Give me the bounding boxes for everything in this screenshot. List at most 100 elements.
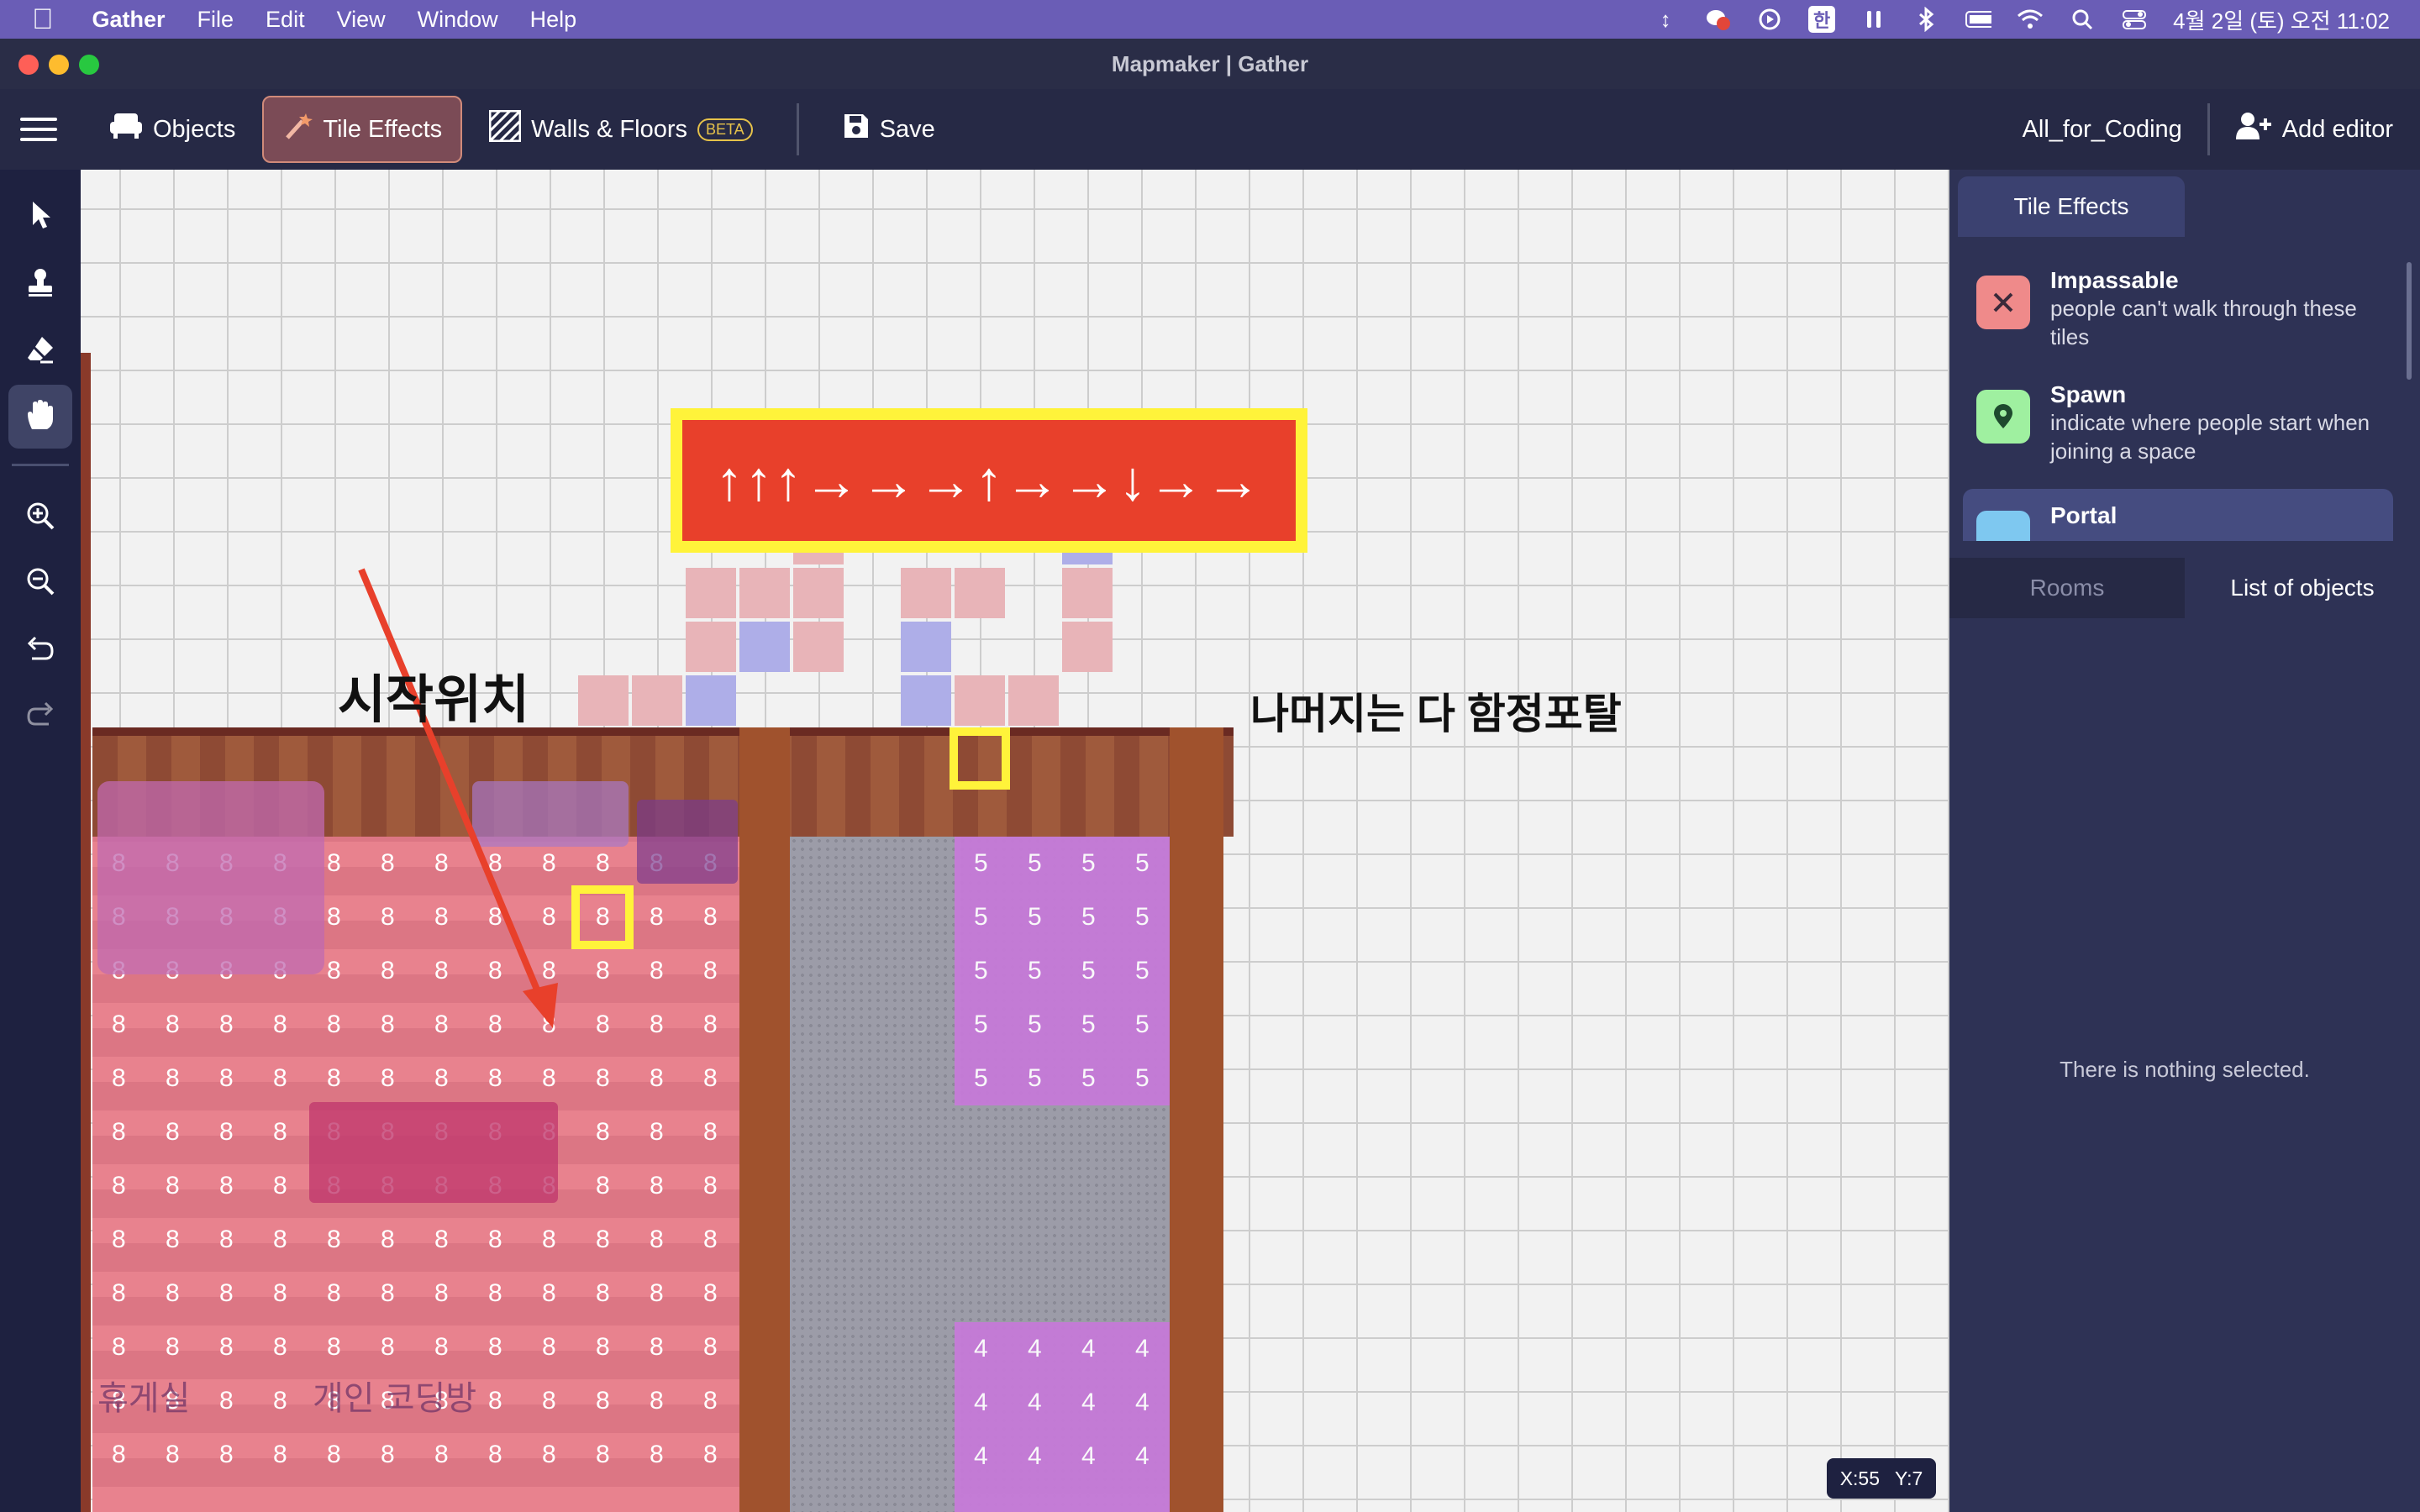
portal-number-cell: 8 [166,1172,180,1200]
menu-app-name[interactable]: Gather [92,7,166,33]
portal-number-cell: 8 [112,1279,126,1307]
select-tool[interactable] [8,185,72,249]
portal-number-cell: 4 [1135,1335,1150,1362]
portal-number-cell: 8 [542,1279,556,1307]
pan-hand-tool[interactable] [8,385,72,449]
list-of-objects-tab[interactable]: List of objects [2185,558,2420,618]
coord-x: X:55 [1839,1467,1881,1489]
undo-icon [25,635,55,666]
hatched-floor-icon [488,109,522,149]
tile-effects-label: Tile Effects [323,115,443,143]
tile-effects-button[interactable]: Tile Effects [262,96,463,163]
tile-effects-tab-label: Tile Effects [2013,193,2129,219]
menu-help[interactable]: Help [530,7,577,33]
portal-number-cell: 8 [434,1279,449,1307]
control-center-icon[interactable] [2121,6,2148,33]
zoom-out-tool[interactable] [8,551,72,615]
portal-tile [686,675,736,726]
eraser-tool[interactable] [8,319,72,383]
stamp-tool[interactable] [8,252,72,316]
portal-number-cell: 8 [273,1279,287,1307]
map-canvas[interactable]: 8 8 8 8 8 8 8 8 8 8 8 8 8 8 8 8 8 8 8 8 8 8 8 8 8 8 8 8 8 8 8 8 8 8 8 8 8 8 8 8… [81,170,1949,1512]
hamburger-menu-icon[interactable] [20,118,57,141]
portal-number-cell: 8 [381,1226,395,1253]
resize-vertical-icon[interactable]: ↕ [1652,6,1679,33]
bluetooth-icon[interactable] [1912,6,1939,33]
portal-number-cell: 8 [219,1226,234,1253]
menu-file[interactable]: File [197,7,234,33]
center-wall-column [739,727,790,1512]
meeting-table-object [309,1102,558,1203]
minimize-window-button[interactable] [49,55,69,75]
spotlight-search-icon[interactable] [2069,6,2096,33]
portal-number-cell: 5 [1081,903,1096,931]
objects-button[interactable]: Objects [91,96,254,163]
undo-button[interactable] [8,618,72,682]
floppy-disk-icon [843,113,870,146]
portal-number-cell: 8 [327,1279,341,1307]
map-pin-icon [1976,390,2030,444]
zoom-window-button[interactable] [79,55,99,75]
battery-icon[interactable] [1965,6,1992,33]
portal-number-cell: 8 [434,1333,449,1361]
right-panel: Tile Effects Impassable people can't wal… [1949,170,2420,1512]
eraser-icon [25,334,55,369]
portal-number-cell: 8 [327,903,341,931]
apple-icon[interactable]:  [32,3,54,36]
impassable-x-icon [1976,276,2030,329]
portal-number-cell: 8 [112,1333,126,1361]
input-method-indicator[interactable]: 한 [1808,6,1836,33]
portal-number-cell: 8 [596,1333,610,1361]
rooms-tab[interactable]: Rooms [1949,558,2185,618]
toolbar-divider [796,103,799,155]
close-window-button[interactable] [18,55,39,75]
portal-number-cell: 8 [112,1064,126,1092]
zoom-in-tool[interactable] [8,486,72,549]
chat-notification-icon[interactable] [1704,6,1731,33]
portal-number-cell: 8 [650,1226,664,1253]
trap-portal-annotation: 나머지는 다 함정포탈 [1250,690,1622,738]
portal-number-cell: 5 [1135,903,1150,931]
menu-edit[interactable]: Edit [266,7,305,33]
effect-spawn[interactable]: Spawn indicate where people start when j… [1963,368,2393,477]
menu-view[interactable]: View [337,7,386,33]
portal-number-cell: 8 [488,1387,502,1415]
effects-scrollbar[interactable] [2407,262,2412,380]
play-circle-icon[interactable] [1756,6,1783,33]
impassable-tile [1062,622,1113,672]
portal-number-cell: 8 [112,1441,126,1468]
portal-number-cell: 8 [327,1226,341,1253]
portal-number-cell: 8 [488,1064,502,1092]
hand-icon [25,399,55,435]
cursor-coordinates: X:55 Y:7 [1827,1458,1936,1499]
save-button[interactable]: Save [824,96,954,163]
effect-spawn-desc: indicate where people start when joining… [2050,410,2370,464]
portal-number-cell: 4 [1081,1442,1096,1470]
direction-sequence-banner: ↑↑↑→→→↑→→↓→→ [671,408,1307,553]
portal-number-cell: 8 [273,1226,287,1253]
portal-number-cell: 8 [596,1172,610,1200]
menu-clock[interactable]: 4월 2일 (토) 오전 11:02 [2173,4,2390,35]
add-editor-label: Add editor [2281,115,2393,143]
portal-number-cell: 4 [1028,1442,1042,1470]
impassable-tile [901,568,951,618]
add-editor-button[interactable]: Add editor [2235,96,2412,163]
portal-number-cell: 8 [273,1011,287,1038]
portal-number-cell: 8 [219,1279,234,1307]
portal-number-cell: 8 [112,1118,126,1146]
left-wall-strip [81,353,91,1512]
airpods-icon[interactable] [1860,6,1887,33]
portal-number-cell: 5 [1081,957,1096,984]
portal-tile [901,622,951,672]
menu-window[interactable]: Window [418,7,498,33]
effect-impassable[interactable]: Impassable people can't walk through the… [1963,254,2393,363]
walls-floors-button[interactable]: Walls & Floors BETA [471,96,771,163]
portal-number-cell: 8 [219,1011,234,1038]
wifi-icon[interactable] [2017,6,2044,33]
redo-button[interactable] [8,684,72,748]
effect-portal[interactable]: Portal [1963,489,2393,541]
effect-impassable-title: Impassable [2050,267,2179,293]
portal-number-cell: 5 [1028,849,1042,877]
tile-effects-tab[interactable]: Tile Effects [1958,176,2185,237]
portal-number-cell: 8 [219,1333,234,1361]
